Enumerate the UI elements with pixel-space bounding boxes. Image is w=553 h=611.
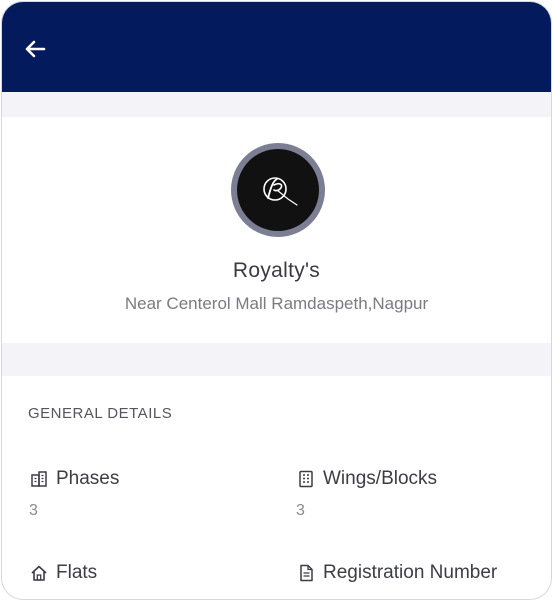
royaltys-logo — [263, 177, 298, 206]
top-app-bar — [2, 2, 551, 92]
project-name: Royalty's — [232, 259, 321, 282]
app-frame: Royalty's Near Centerol Mall Ramdaspeth,… — [1, 1, 552, 600]
grid-building-icon — [296, 469, 316, 489]
field-phases: Phases 3 — [29, 468, 119, 520]
field-label: Wings/Blocks — [323, 468, 438, 489]
field-wings-blocks: Wings/Blocks 3 — [296, 468, 437, 520]
back-button[interactable] — [18, 32, 52, 66]
field-flats: Flats — [29, 562, 97, 596]
document-icon — [296, 563, 316, 583]
home-icon — [29, 563, 49, 583]
field-value: 3 — [296, 502, 305, 519]
field-value: 3 — [29, 502, 38, 519]
field-label: Flats — [56, 562, 98, 583]
field-registration-number: Registration Number — [296, 562, 497, 596]
project-profile-card: Royalty's Near Centerol Mall Ramdaspeth,… — [2, 117, 551, 343]
section-title: GENERAL DETAILS — [28, 405, 173, 422]
general-details-card: GENERAL DETAILS Phases 3 Wings/Blocks 3 … — [2, 376, 551, 599]
building-icon — [29, 469, 49, 489]
arrow-left-icon — [25, 40, 46, 58]
project-address: Near Centerol Mall Ramdaspeth,Nagpur — [124, 294, 429, 313]
field-label: Phases — [56, 468, 120, 489]
project-logo — [231, 143, 325, 237]
field-label: Registration Number — [323, 562, 498, 583]
